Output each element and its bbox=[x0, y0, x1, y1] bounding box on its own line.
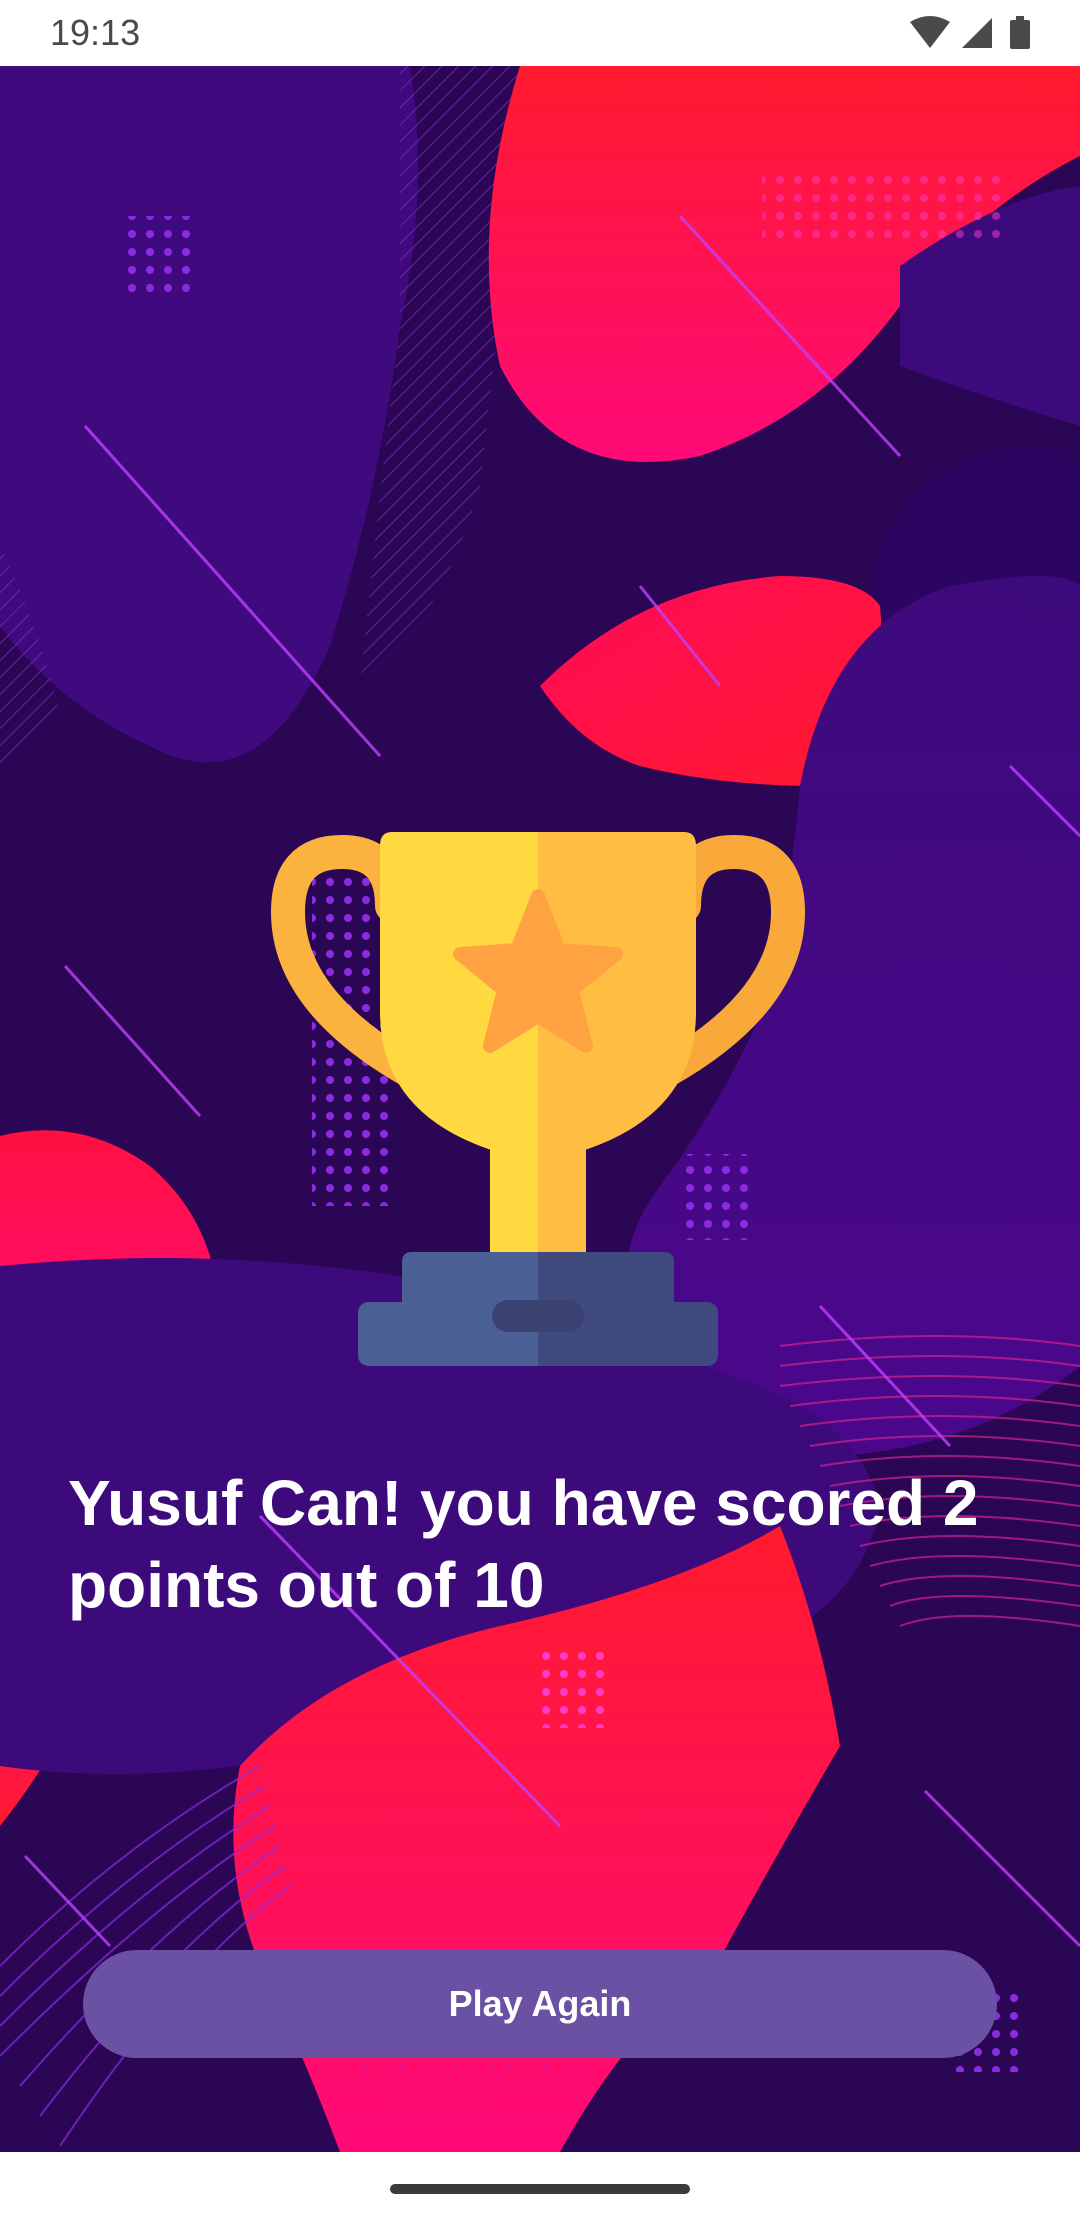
home-indicator[interactable] bbox=[390, 2184, 690, 2194]
status-icons bbox=[908, 16, 1038, 50]
result-background: Yusuf Can! you have scored 2 points out … bbox=[0, 66, 1080, 2152]
wifi-icon bbox=[910, 16, 950, 48]
score-message: Yusuf Can! you have scored 2 points out … bbox=[68, 1467, 979, 1621]
navigation-bar bbox=[0, 2152, 1080, 2220]
quiz-result-screen: 19:13 Yusuf Can! you have scored 2 point… bbox=[0, 0, 1080, 2220]
trophy-icon bbox=[270, 832, 806, 1366]
cell-signal-icon bbox=[962, 18, 992, 48]
status-bar: 19:13 bbox=[0, 0, 1080, 66]
battery-icon bbox=[1010, 16, 1030, 49]
play-again-button[interactable]: Play Again bbox=[83, 1950, 997, 2058]
status-time: 19:13 bbox=[50, 12, 141, 53]
